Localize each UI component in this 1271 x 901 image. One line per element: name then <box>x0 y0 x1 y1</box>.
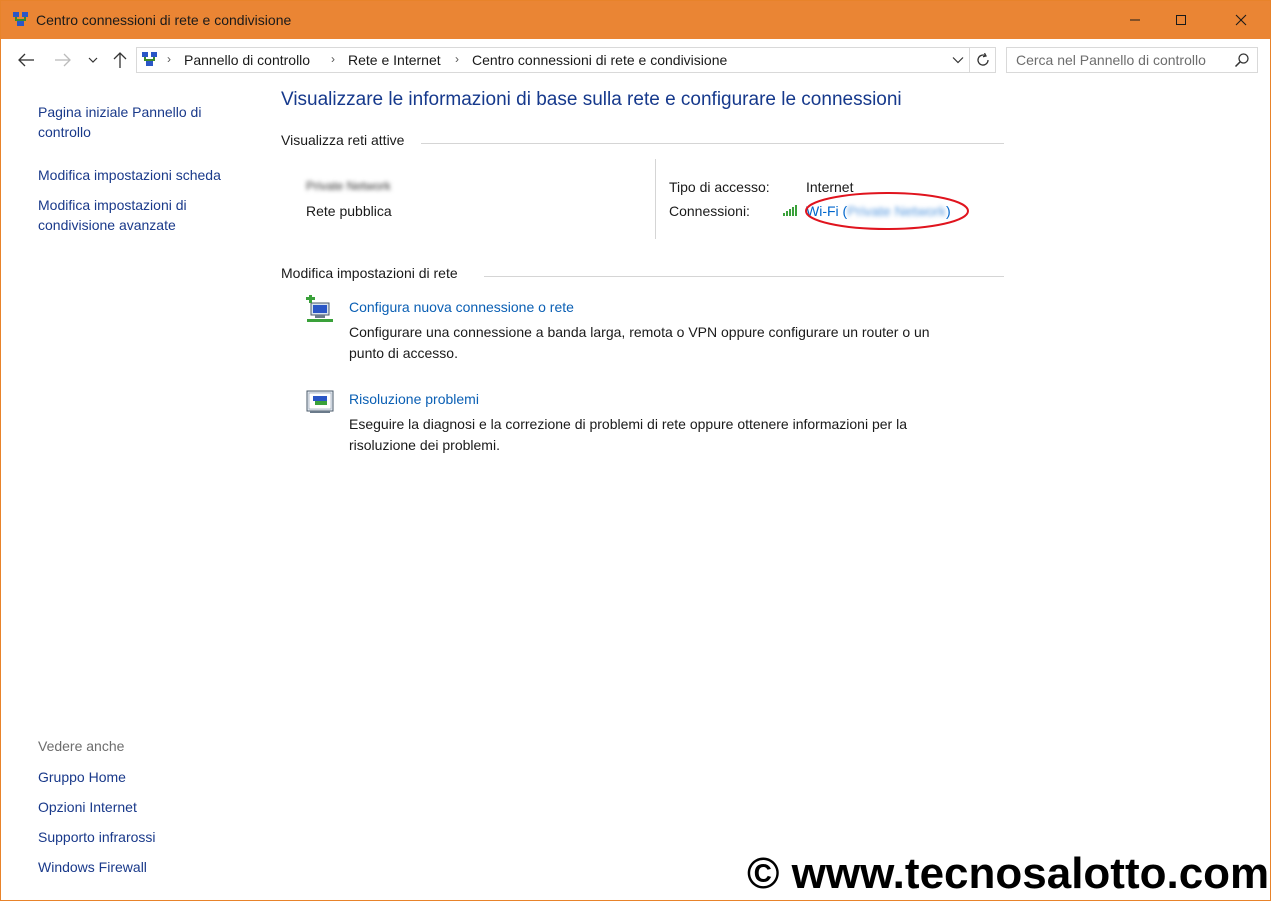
setup-new-connection-link[interactable]: Configura nuova connessione o rete <box>349 299 574 315</box>
window-title: Centro connessioni di rete e condivision… <box>36 12 292 28</box>
highlight-circle-annotation <box>805 192 969 230</box>
breadcrumb-control-panel[interactable]: Pannello di controllo <box>184 52 310 68</box>
recent-locations-chevron-down-icon[interactable] <box>85 49 101 71</box>
navigation-bar: › Pannello di controllo › Rete e Interne… <box>1 39 1270 81</box>
refresh-button[interactable] <box>970 47 996 73</box>
change-settings-header: Modifica impostazioni di rete <box>281 265 458 281</box>
section-divider <box>484 276 1004 277</box>
sidebar-link-advanced-sharing-settings[interactable]: Modifica impostazioni di condivisione av… <box>38 195 187 235</box>
refresh-icon <box>976 52 989 66</box>
address-bar[interactable]: › Pannello di controllo › Rete e Interne… <box>136 47 970 73</box>
maximize-button[interactable] <box>1158 1 1204 39</box>
breadcrumb-separator-icon[interactable]: › <box>455 52 459 66</box>
breadcrumb-separator-icon[interactable]: › <box>331 52 335 66</box>
setup-new-connection-description: Configurare una connessione a banda larg… <box>349 324 930 361</box>
troubleshoot-description: Eseguire la diagnosi e la correzione di … <box>349 416 907 453</box>
sidebar-link-control-panel-home[interactable]: Pagina iniziale Pannello di controllo <box>38 102 201 142</box>
connections-label: Connessioni: <box>669 203 750 219</box>
sidebar-link-infrared[interactable]: Supporto infrarossi <box>38 827 156 847</box>
title-bar[interactable]: Centro connessioni di rete e condivision… <box>1 1 1270 39</box>
sidebar-link-windows-firewall[interactable]: Windows Firewall <box>38 857 147 877</box>
troubleshoot-icon <box>305 387 335 417</box>
vertical-divider <box>655 159 656 239</box>
see-also-label: Vedere anche <box>38 738 125 754</box>
watermark-text: © www.tecnosalotto.com <box>747 849 1270 898</box>
troubleshoot-link[interactable]: Risoluzione problemi <box>349 391 479 407</box>
up-button[interactable] <box>109 49 131 71</box>
wifi-signal-icon <box>782 203 800 217</box>
breadcrumb-network-center[interactable]: Centro connessioni di rete e condivision… <box>472 52 727 68</box>
minimize-button[interactable] <box>1112 1 1158 39</box>
sidebar-link-homegroup[interactable]: Gruppo Home <box>38 767 126 787</box>
control-panel-icon <box>141 51 159 69</box>
breadcrumb-separator-icon[interactable]: › <box>167 52 171 66</box>
forward-button[interactable] <box>52 49 74 71</box>
page-title: Visualizzare le informazioni di base sul… <box>281 89 902 110</box>
sidebar-link-change-adapter-settings[interactable]: Modifica impostazioni scheda <box>38 165 221 185</box>
access-type-label: Tipo di accesso: <box>669 179 770 195</box>
address-dropdown-chevron-down-icon[interactable] <box>949 51 967 69</box>
network-category-link[interactable]: Rete pubblica <box>306 203 392 219</box>
sidebar-link-internet-options[interactable]: Opzioni Internet <box>38 797 137 817</box>
search-box[interactable] <box>1006 47 1258 73</box>
search-icon[interactable] <box>1234 52 1250 68</box>
network-center-icon <box>12 11 30 29</box>
active-networks-header: Visualizza reti attive <box>281 132 405 148</box>
section-divider <box>421 143 1004 144</box>
close-button[interactable] <box>1218 1 1264 39</box>
new-connection-icon <box>305 294 335 325</box>
back-button[interactable] <box>15 49 37 71</box>
breadcrumb-network-internet[interactable]: Rete e Internet <box>348 52 441 68</box>
network-name: Private Network <box>306 179 391 193</box>
left-pane: Pagina iniziale Pannello di controllo Mo… <box>1 81 261 901</box>
search-input[interactable] <box>1007 48 1231 72</box>
window: Centro connessioni di rete e condivision… <box>0 0 1271 901</box>
